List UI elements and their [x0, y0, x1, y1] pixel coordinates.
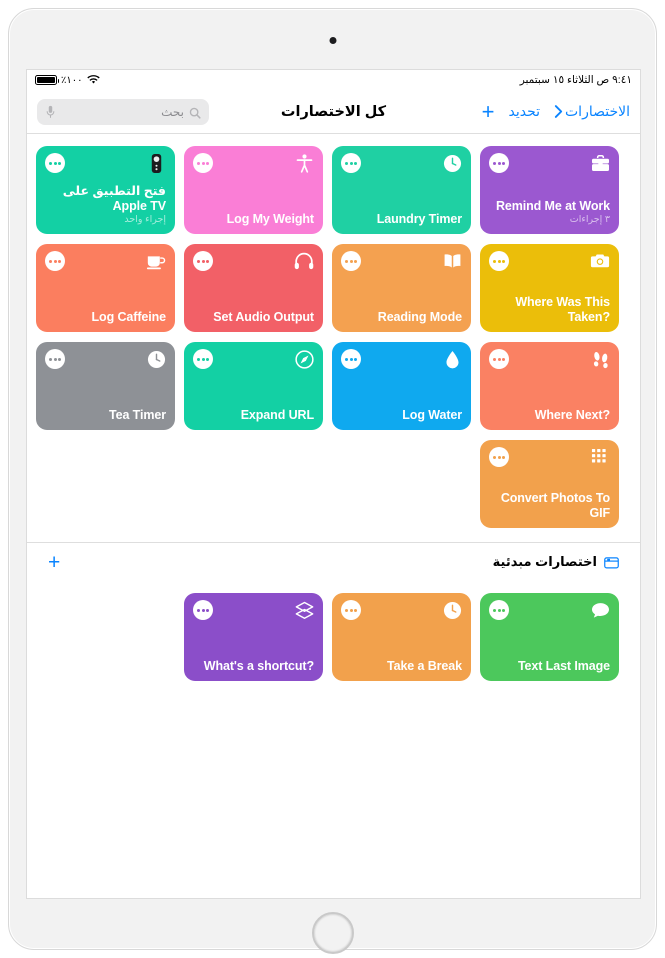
shortcut-tile[interactable]: Take a Break: [332, 593, 471, 681]
shortcut-tile[interactable]: Remind Me at Work ٣ إجراءات: [480, 146, 619, 234]
shortcut-title: Log Water: [402, 407, 462, 422]
starter-shortcuts-grid: Text Last Image Take a Break What's a shor…: [27, 581, 640, 681]
shortcut-tile[interactable]: Expand URL: [184, 342, 323, 430]
shortcut-tile[interactable]: Text Last Image: [480, 593, 619, 681]
clock-icon: [146, 349, 166, 369]
select-button[interactable]: تحديد: [508, 103, 540, 120]
shortcut-tile[interactable]: What's a shortcut?: [184, 593, 323, 681]
shortcut-tile[interactable]: Log Water: [332, 342, 471, 430]
ipad-device-frame: ٪١٠٠ ٩:٤١ ص الثلاثاء ١٥ سبتمبر بحث كل ال…: [8, 8, 657, 954]
more-options-icon[interactable]: [193, 349, 213, 369]
ipad-screen: ٪١٠٠ ٩:٤١ ص الثلاثاء ١٥ سبتمبر بحث كل ال…: [26, 69, 641, 899]
back-button-label: الاختصارات: [565, 103, 630, 119]
water-drop-icon: [442, 349, 462, 369]
battery-icon: [35, 75, 59, 85]
briefcase-icon: [590, 153, 610, 173]
all-shortcuts-grid: Remind Me at Work ٣ إجراءات Laundry Timer L…: [27, 134, 640, 528]
clock-icon: [442, 153, 462, 173]
shortcut-title: Take a Break: [386, 658, 462, 673]
more-options-icon[interactable]: [341, 251, 361, 271]
more-options-icon[interactable]: [341, 600, 361, 620]
headphones-icon: [294, 251, 314, 271]
shortcut-tile[interactable]: Convert Photos To GIF: [480, 440, 619, 528]
clock-icon: [442, 600, 462, 620]
navigation-bar: بحث كل الاختصارات + تحديد الاختصارات: [27, 90, 640, 134]
message-bubble-icon: [590, 600, 610, 620]
starter-shortcuts-header: اختصارات مبدئية +: [27, 543, 640, 581]
shortcut-title: Laundry Timer: [376, 211, 462, 226]
shortcut-subtitle: ٣ إجراءات: [569, 214, 610, 225]
more-options-icon[interactable]: [489, 447, 509, 467]
add-starter-shortcut-button[interactable]: +: [48, 552, 60, 573]
grid-dots-icon: [590, 447, 610, 467]
more-options-icon[interactable]: [45, 153, 65, 173]
accessibility-icon: [294, 153, 314, 173]
shortcut-title: Log Caffeine: [91, 309, 167, 324]
status-bar-datetime: ٩:٤١ ص الثلاثاء ١٥ سبتمبر: [519, 74, 632, 86]
shortcut-title: Where Next?: [534, 407, 610, 422]
starter-shortcuts-title: اختصارات مبدئية: [492, 554, 597, 569]
chevron-right-icon: [554, 104, 563, 119]
shortcut-tile[interactable]: Where Was This Taken?: [480, 244, 619, 332]
shortcut-tile[interactable]: Set Audio Output: [184, 244, 323, 332]
shortcut-title: Text Last Image: [517, 658, 610, 673]
safari-compass-icon: [294, 349, 314, 369]
front-camera: [329, 37, 336, 44]
more-options-icon[interactable]: [341, 153, 361, 173]
more-options-icon[interactable]: [489, 251, 509, 271]
shortcut-title: Remind Me at Work: [495, 198, 610, 213]
search-icon: [189, 106, 201, 119]
home-button[interactable]: [311, 912, 354, 954]
shortcut-title: فتح التطبيق على Apple TV: [62, 184, 166, 213]
more-options-icon[interactable]: [193, 153, 213, 173]
battery-percent-label: ٪١٠٠: [61, 74, 83, 86]
shortcut-title: What's a shortcut?: [203, 658, 314, 673]
search-input[interactable]: بحث: [37, 98, 209, 125]
more-options-icon[interactable]: [489, 349, 509, 369]
more-options-icon[interactable]: [45, 349, 65, 369]
microphone-icon[interactable]: [45, 105, 56, 119]
shortcut-tile[interactable]: Reading Mode: [332, 244, 471, 332]
more-options-icon[interactable]: [341, 349, 361, 369]
shortcut-tile[interactable]: فتح التطبيق على Apple TV إجراء واحد: [36, 146, 175, 234]
more-options-icon[interactable]: [45, 251, 65, 271]
wifi-icon: [86, 75, 100, 85]
camera-icon: [590, 251, 610, 271]
shortcut-tile[interactable]: Tea Timer: [36, 342, 175, 430]
shortcut-title: Convert Photos To GIF: [500, 491, 610, 520]
apple-tv-remote-icon: [146, 153, 166, 173]
more-options-icon[interactable]: [489, 600, 509, 620]
shortcut-tile[interactable]: Log Caffeine: [36, 244, 175, 332]
layers-icon: [294, 600, 314, 620]
shortcut-title: Reading Mode: [377, 309, 462, 324]
book-icon: [442, 251, 462, 271]
shortcut-title: Where Was This Taken?: [515, 295, 610, 324]
shortcut-title: Set Audio Output: [213, 309, 314, 324]
shortcut-subtitle: إجراء واحد: [124, 214, 166, 225]
add-shortcut-button[interactable]: +: [482, 100, 495, 123]
folder-icon: [604, 556, 619, 569]
shortcut-tile[interactable]: Log My Weight: [184, 146, 323, 234]
more-options-icon[interactable]: [193, 251, 213, 271]
coffee-cup-icon: [146, 251, 166, 271]
shortcut-title: Log My Weight: [226, 211, 314, 226]
shortcut-tile[interactable]: Laundry Timer: [332, 146, 471, 234]
shortcut-tile[interactable]: Where Next?: [480, 342, 619, 430]
back-button[interactable]: الاختصارات: [554, 103, 630, 120]
status-bar: ٪١٠٠ ٩:٤١ ص الثلاثاء ١٥ سبتمبر: [27, 70, 640, 90]
shortcut-title: Tea Timer: [109, 407, 166, 422]
search-placeholder: بحث: [161, 104, 184, 119]
footprints-icon: [590, 349, 610, 369]
more-options-icon[interactable]: [193, 600, 213, 620]
more-options-icon[interactable]: [489, 153, 509, 173]
shortcuts-content: Remind Me at Work ٣ إجراءات Laundry Timer L…: [27, 134, 640, 681]
shortcut-title: Expand URL: [240, 407, 314, 422]
